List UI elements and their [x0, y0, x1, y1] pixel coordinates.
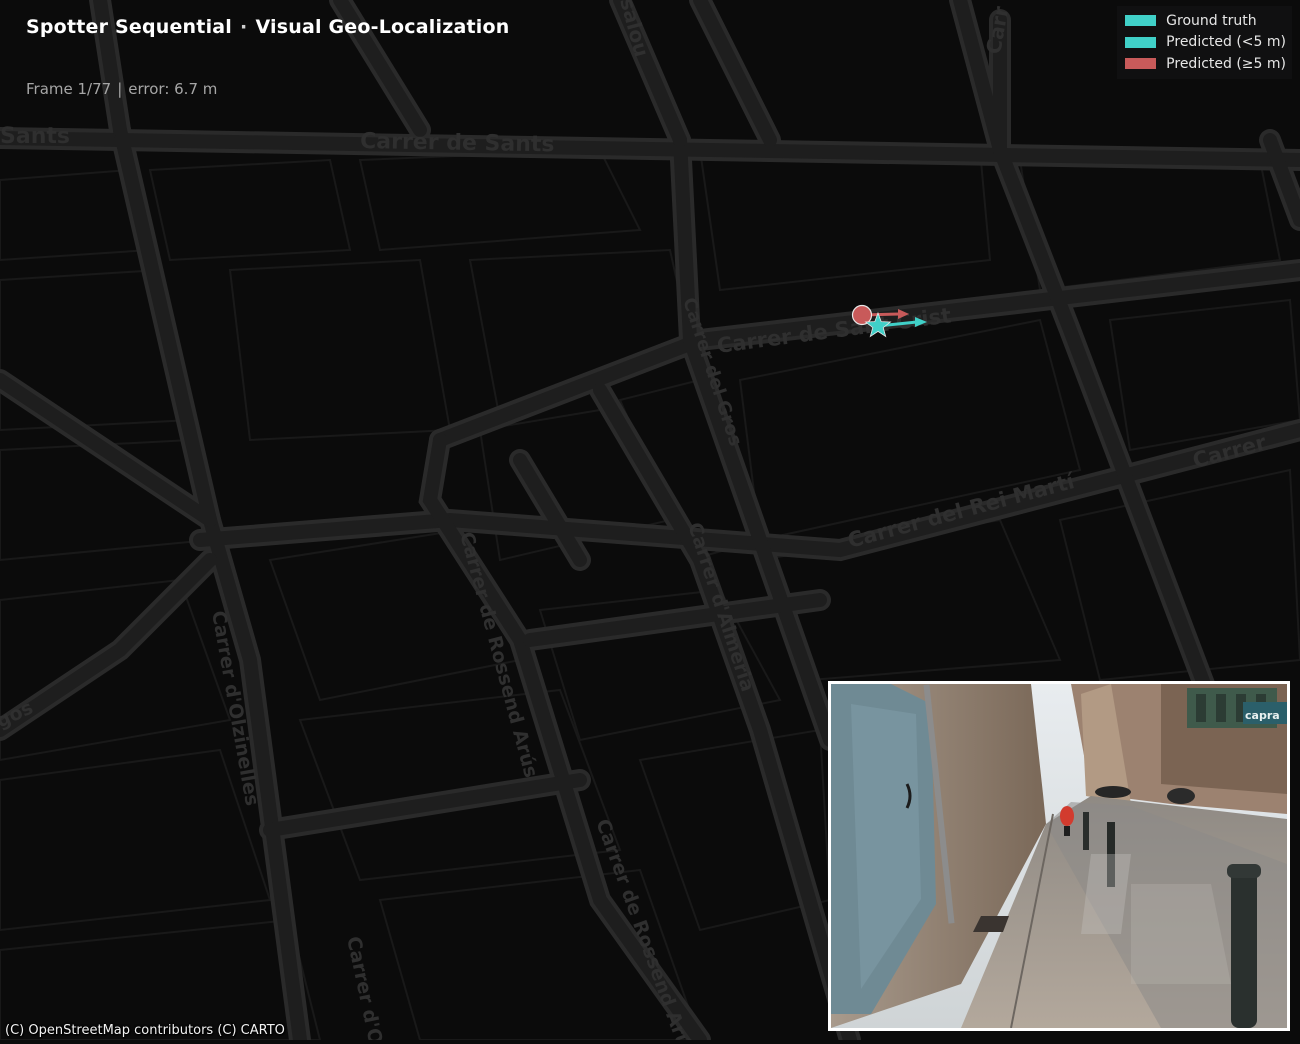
page-title: Spotter Sequential · Visual Geo-Localizati… — [26, 16, 509, 38]
status-separator: | — [117, 80, 123, 98]
title-subtitle: Visual Geo-Localization — [255, 16, 510, 38]
frame-status: Frame 1/77 | error: 6.7 m — [26, 80, 217, 98]
frame-counter: Frame 1/77 — [26, 80, 112, 98]
street-view-photo: capra — [831, 684, 1287, 1028]
legend-label-ground-truth: Ground truth — [1166, 12, 1257, 29]
shop-sign: capra — [1245, 709, 1280, 722]
street-view-inset[interactable]: capra — [828, 681, 1290, 1031]
legend: Ground truth Predicted (<5 m) Predicted … — [1117, 6, 1292, 79]
title-separator: · — [240, 16, 248, 38]
street-label-sants-top: Carrer de Sants — [360, 129, 555, 157]
legend-swatch-ground-truth — [1125, 15, 1157, 27]
legend-item-predicted-far: Predicted (≥5 m) — [1125, 53, 1286, 75]
error-readout: error: 6.7 m — [128, 80, 218, 98]
street-label-sants-left: Sants — [0, 124, 70, 149]
legend-item-predicted-near: Predicted (<5 m) — [1125, 32, 1286, 54]
legend-swatch-predicted-far — [1125, 58, 1157, 70]
legend-item-ground-truth: Ground truth — [1125, 10, 1286, 32]
title-app-name: Spotter Sequential — [26, 16, 233, 38]
map-attribution: (C) OpenStreetMap contributors (C) CARTO — [5, 1023, 285, 1038]
legend-label-predicted-far: Predicted (≥5 m) — [1166, 55, 1286, 72]
map-canvas[interactable]: Carrer de Sants Sants salou Carr Carrer … — [0, 0, 1300, 1044]
legend-label-predicted-near: Predicted (<5 m) — [1166, 34, 1286, 51]
legend-swatch-predicted-near — [1125, 36, 1157, 48]
